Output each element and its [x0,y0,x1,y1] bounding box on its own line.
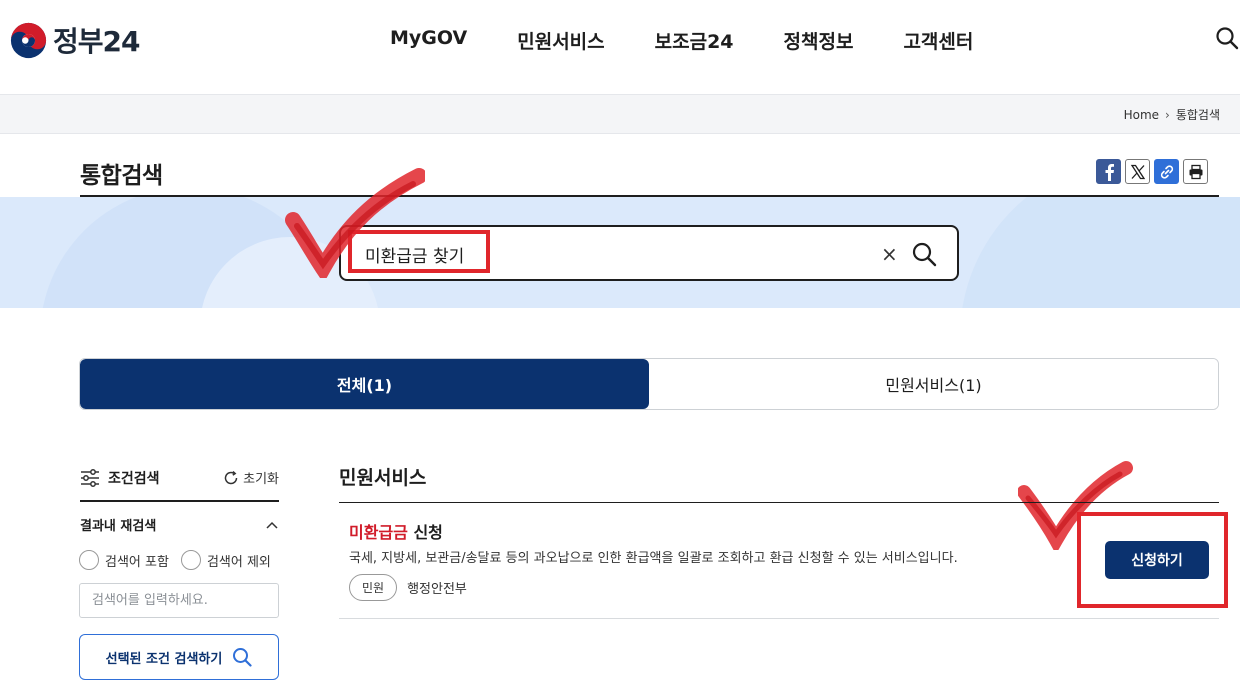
logo-text: 정부24 [53,25,140,58]
radio-circle[interactable] [79,550,99,570]
tab-all[interactable]: 전체(1) [80,359,649,409]
filter-header: 조건검색 초기화 [80,466,279,502]
facebook-share-button[interactable] [1096,159,1121,184]
nav-civil-service[interactable]: 민원서비스 [517,27,604,54]
chevron-up-icon[interactable] [265,520,279,530]
x-share-button[interactable] [1125,159,1150,184]
exclude-keyword-radio[interactable]: 검색어 제외 [180,550,271,570]
result-divider [339,618,1219,619]
results-section-title: 민원서비스 [339,467,427,489]
result-title-highlight: 미환급금 [349,523,408,542]
result-meta: 민원 행정안전부 [349,574,467,601]
include-keyword-label: 검색어 포함 [105,554,169,570]
include-keyword-radio[interactable]: 검색어 포함 [79,550,169,570]
reset-label: 초기화 [243,472,279,487]
clear-search-button[interactable]: × [881,242,898,266]
keyword-options: 검색어 포함 검색어 제외 [79,550,271,570]
search-submit-icon[interactable] [911,241,937,267]
facebook-icon [1105,163,1114,181]
refine-keyword-input[interactable] [79,583,279,618]
agency-name: 행정안전부 [407,582,467,597]
check-annotation-icon [285,168,425,278]
radio-circle[interactable] [180,550,201,570]
printer-icon [1189,164,1202,179]
taegeuk-logo-icon [10,22,47,58]
refresh-icon [224,470,238,484]
banner-decoration [960,197,1240,308]
nav-policy-info[interactable]: 정책정보 [784,27,854,54]
result-title-rest: 신청 [407,523,443,542]
refine-search-header: 결과내 재검색 [80,515,279,534]
search-selected-conditions-label: 선택된 조건 검색하기 [105,651,223,667]
link-icon [1160,164,1173,179]
result-tabs: 전체(1) 민원서비스(1) [79,358,1219,410]
print-button[interactable] [1183,159,1208,184]
main-nav: MyGOV 민원서비스 보조금24 정책정보 고객센터 [390,27,973,54]
sliders-icon [81,469,99,487]
nav-subsidy24[interactable]: 보조금24 [655,27,734,54]
filter-title: 조건검색 [80,468,160,488]
nav-mygov[interactable]: MyGOV [390,27,467,54]
refine-search-title: 결과내 재검색 [80,519,157,534]
tab-civil-service[interactable]: 민원서비스(1) [649,359,1218,409]
section-divider [339,502,1219,503]
site-header: 정부24 MyGOV 민원서비스 보조금24 정책정보 고객센터 [0,0,1240,94]
x-icon [1130,164,1145,179]
logo[interactable]: 정부24 [10,20,140,60]
search-selected-conditions-button[interactable]: 선택된 조건 검색하기 [79,634,279,680]
search-icon[interactable] [1215,26,1239,50]
search-icon [233,648,252,667]
breadcrumb-current: 통합검색 [1175,108,1220,122]
chevron-right-icon: › [1165,107,1170,122]
exclude-keyword-label: 검색어 제외 [206,554,271,570]
share-buttons [1096,159,1208,184]
apply-button[interactable]: 신청하기 [1105,541,1209,579]
check-annotation-icon [1018,461,1133,550]
breadcrumb-bar: Home › 통합검색 [0,94,1240,134]
reset-button[interactable]: 초기화 [223,468,279,487]
page-title: 통합검색 [80,163,163,189]
nav-customer-center[interactable]: 고객센터 [903,27,973,54]
result-description: 국세, 지방세, 보관금/송달료 등의 과오납으로 인한 환급액을 일괄로 조회… [349,551,958,566]
filter-title-label: 조건검색 [108,471,160,487]
copy-link-button[interactable] [1154,159,1179,184]
breadcrumb-home[interactable]: Home [1124,108,1159,122]
category-tag: 민원 [349,574,398,601]
result-title-link[interactable]: 미환급금 신청 [349,519,443,543]
breadcrumb: Home › 통합검색 [1124,106,1220,123]
